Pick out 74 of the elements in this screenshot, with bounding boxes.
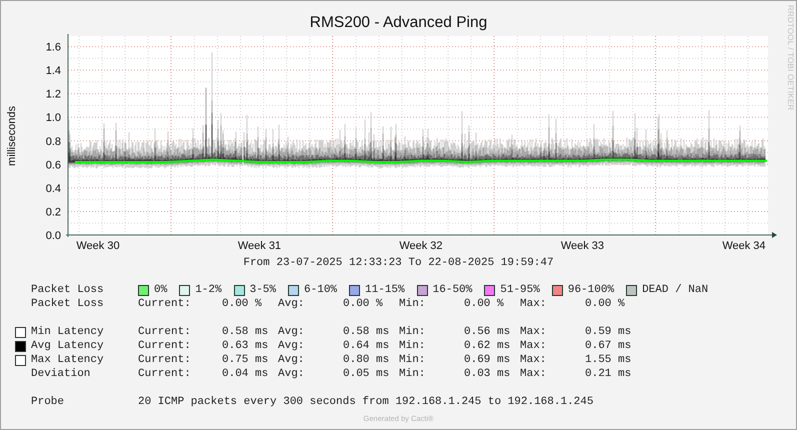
stat-value: 0.03 ms	[464, 368, 512, 380]
legend-label: 11-15%	[365, 284, 405, 296]
legend-label: 3-5%	[250, 284, 276, 296]
stat-value: 0.00 %	[343, 298, 384, 310]
y-tick-label: 0.2	[46, 206, 61, 218]
x-tick-label: Week 30	[76, 240, 120, 252]
stat-key: Max:	[520, 326, 585, 338]
stat-key: Avg:	[278, 326, 343, 338]
stat-value: 0.63 ms	[222, 340, 270, 352]
stat-label: Packet Loss	[31, 298, 105, 310]
stat-value: 0.64 ms	[343, 340, 390, 352]
y-tick-label: 1.0	[46, 112, 61, 124]
stat-value: 0.00 %	[464, 298, 505, 310]
y-tick-label: 0.0	[46, 230, 61, 242]
stat-key: Max:	[520, 354, 585, 366]
stat-value: 0.69 ms	[464, 354, 512, 366]
stat-value: 0.75 ms	[222, 354, 270, 366]
y-tick-label: 0.6	[46, 159, 61, 172]
legend-label: 1-2%	[195, 284, 222, 296]
stat-key: Current:	[138, 354, 222, 366]
stat-label: Avg Latency	[31, 340, 105, 352]
stat-value: 0.21 ms	[585, 368, 632, 380]
stat-key: Avg:	[278, 298, 343, 310]
stat-key: Min:	[399, 340, 464, 352]
legend-label: 6-10%	[304, 284, 338, 296]
y-tick-label: 1.2	[46, 88, 61, 101]
stat-key: Current:	[138, 340, 222, 352]
stat-key: Min:	[399, 326, 464, 338]
y-tick-label: 1.6	[46, 42, 61, 54]
stat-value: 0.59 ms	[585, 326, 632, 338]
stat-value: 0.04 ms	[222, 368, 270, 380]
x-tick-label: Week 31	[238, 240, 282, 252]
stat-label: Min Latency	[31, 326, 105, 338]
legend-label: Packet Loss	[31, 284, 105, 296]
stat-key: Max:	[520, 298, 585, 310]
legend-label: 0%	[154, 284, 168, 296]
stat-label: Max Latency	[31, 354, 105, 366]
date-range: From 23-07-2025 12:33:23 To 22-08-2025 19:59:47	[242, 257, 555, 269]
stat-value: 1.55 ms	[585, 354, 632, 366]
stat-key: Avg:	[278, 354, 343, 366]
stat-key: Avg:	[278, 340, 343, 352]
stat-key: Min:	[399, 368, 464, 380]
stat-key: Max:	[520, 368, 585, 380]
stat-value: 0.56 ms	[464, 326, 512, 338]
stat-value: 0.58 ms	[343, 326, 390, 338]
y-tick-label: 0.8	[46, 136, 61, 148]
stat-value: 0.05 ms	[343, 368, 390, 380]
stat-value: 0.58 ms	[222, 326, 270, 338]
stat-key: Current:	[138, 326, 222, 338]
legend-label: 96-100%	[568, 284, 614, 296]
stat-label: Probe	[31, 396, 66, 408]
stat-key: Max:	[520, 340, 585, 352]
stat-value: 0.00 %	[222, 298, 263, 310]
x-tick-label: Week 34	[722, 240, 766, 252]
stat-key: Min:	[399, 354, 464, 366]
stat-value: 0.62 ms	[464, 340, 512, 352]
legend-label: 16-50%	[432, 284, 472, 296]
chart-title: RMS200 - Advanced Ping	[310, 14, 488, 31]
x-tick-label: Week 33	[560, 240, 604, 252]
x-tick-label: Week 32	[399, 240, 443, 252]
stat-key: Avg:	[278, 368, 343, 380]
probe-text: 20 ICMP packets every 300 seconds from 192.168.1.245 to 192.168.1.245	[138, 396, 594, 408]
stat-value: 0.67 ms	[585, 340, 632, 352]
legend-label: 51-95%	[500, 284, 540, 296]
stat-key: Current:	[138, 298, 222, 310]
y-tick-label: 1.4	[46, 65, 61, 78]
stat-value: 0.00 %	[585, 298, 626, 310]
stat-label: Deviation	[31, 368, 92, 380]
stat-key: Min:	[399, 298, 464, 310]
legend-label: DEAD / NaN	[642, 284, 708, 296]
stat-value: 0.80 ms	[343, 354, 390, 366]
stat-key: Current:	[138, 368, 222, 380]
y-axis-label: milliseconds	[6, 106, 18, 166]
y-tick-label: 0.4	[46, 182, 61, 195]
